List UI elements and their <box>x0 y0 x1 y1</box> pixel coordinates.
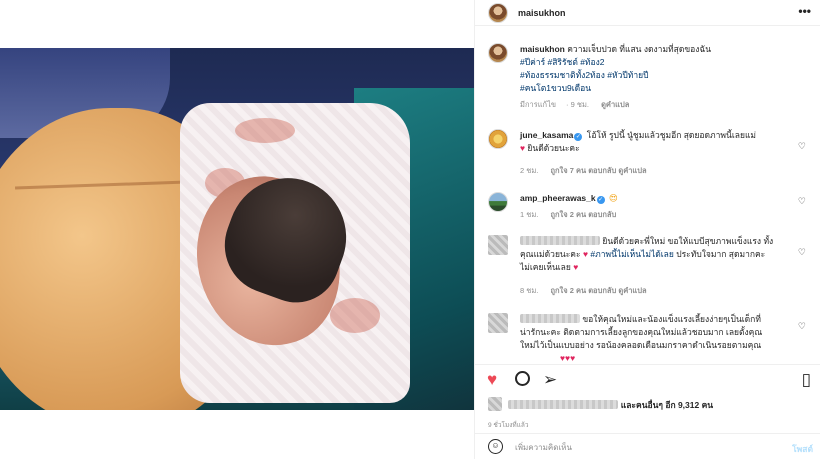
comment-time[interactable]: 1 ชม. <box>520 210 538 219</box>
comment-likes[interactable]: ถูกใจ 2 คน <box>550 286 586 295</box>
add-comment-bar: ☺ โพสต์ <box>475 433 820 459</box>
blurred-username <box>520 236 600 245</box>
comment-body: ขอให้คุณใหม่และน้องแข็งแรงเลี้ยงง่ายๆเป็… <box>520 313 784 363</box>
caption-avatar[interactable] <box>488 43 508 63</box>
comment-avatar-blurred[interactable] <box>488 235 508 255</box>
caption-text: ความเจ็บปวด ที่แสน งดงามที่สุดของฉัน <box>567 44 712 54</box>
comment-username[interactable]: june_kasama <box>520 130 573 140</box>
author-avatar[interactable] <box>488 3 508 23</box>
comment-text-3: ประทับใจมาก สุดมากคะ <box>676 249 766 259</box>
post-header: maisukhon ••• <box>475 0 820 26</box>
caption-username[interactable]: maisukhon <box>520 44 565 54</box>
comment-like-heart-icon[interactable]: ♡ <box>798 196 806 207</box>
comment-meta: 2 ชม. ถูกใจ 7 คน ตอบกลับ ดูคำแปล <box>520 165 647 177</box>
heart-emoji-icon: ♥♥♥ <box>560 353 576 363</box>
comment-avatar[interactable] <box>488 129 508 149</box>
comments-list[interactable]: maisukhon ความเจ็บปวด ที่แสน งดงามที่สุด… <box>475 27 820 363</box>
comment-text-3: ใหม่ไว้เป็นแบบอย่าง รอน้องคลอดเดือนมกราค… <box>520 340 762 350</box>
heart-emoji-icon: ♥ <box>573 262 579 272</box>
comment-text-2: คุณแม่ด้วยนะคะ <box>520 249 581 259</box>
caption-translate[interactable]: ดูคำแปล <box>601 100 629 109</box>
more-horizontal-icon[interactable]: ••• <box>798 4 811 18</box>
comment-body: amp_pheerawas_k ✓ 😍 <box>520 192 784 205</box>
caption-time[interactable]: 9 ชม. <box>571 100 589 109</box>
comment-reply[interactable]: ตอบกลับ <box>588 210 616 219</box>
verified-badge-icon: ✓ <box>574 133 583 141</box>
comment-username[interactable]: amp_pheerawas_k <box>520 193 596 203</box>
post-comment-button[interactable]: โพสต์ <box>792 442 813 456</box>
comment-meta: 8 ชม. ถูกใจ 2 คน ตอบกลับ ดูคำแปล <box>520 285 647 297</box>
post-side-panel: maisukhon ••• maisukhon ความเจ็บปวด ที่แ… <box>474 0 820 459</box>
comment-text-2: น่ารักนะคะ ติดตามการเลี้ยงลูกของคุณใหม่แ… <box>520 327 763 337</box>
liker-avatar-blurred[interactable] <box>488 397 502 411</box>
comment-meta: 1 ชม. ถูกใจ 2 คน ตอบกลับ <box>520 209 616 221</box>
comment-translate[interactable]: ดูคำแปล <box>618 166 646 175</box>
comment-text: ยินดีด้วยคะพี่ใหม่ ขอให้แบบีสุขภาพแข็งแร… <box>602 236 774 246</box>
likes-summary[interactable]: และคนอื่นๆ อีก 9,312 คน <box>488 397 808 413</box>
comment-reply[interactable]: ตอบกลับ <box>588 286 616 295</box>
share-paper-plane-icon[interactable]: ➢ <box>543 371 557 389</box>
blurred-liker-names <box>508 400 619 409</box>
post-media-panel <box>0 0 474 459</box>
verified-badge-icon: ✓ <box>596 196 605 204</box>
emoji-smiley-icon[interactable]: ☺ <box>488 439 503 454</box>
comment-avatar[interactable] <box>488 192 508 212</box>
post-actions: ♥ ➢ ▯ <box>475 364 820 394</box>
like-heart-icon[interactable]: ♥ <box>487 371 497 389</box>
comment-like-heart-icon[interactable]: ♡ <box>798 247 806 258</box>
comment-text-4: ไม่เคยเห็นเลย <box>520 262 571 272</box>
heart-emoji-icon: ♥ <box>582 249 588 259</box>
comment-text: ขอให้คุณใหม่และน้องแข็งแรงเลี้ยงง่ายๆเป็… <box>582 314 761 324</box>
heart-emoji-icon: ♥ <box>520 143 526 153</box>
comment-text-2: ยินดีด้วยนะคะ <box>527 143 580 153</box>
bookmark-icon[interactable]: ▯ <box>802 371 811 389</box>
caption-meta: มีการแก้ไข · 9 ชม. ดูคำแปล <box>520 100 630 109</box>
comment-tag[interactable]: #ภาพนี้ไม่เห็นไม่ได้เลย <box>590 249 673 259</box>
comment-like-heart-icon[interactable]: ♡ <box>798 141 806 152</box>
comment-like-heart-icon[interactable]: ♡ <box>798 321 806 332</box>
caption-tags-3[interactable]: #คนโต1ขวบ9เดือน <box>520 83 591 93</box>
comment-translate[interactable]: ดูคำแปล <box>618 286 646 295</box>
caption: maisukhon ความเจ็บปวด ที่แสน งดงามที่สุด… <box>488 43 808 133</box>
photo-stain <box>235 118 295 143</box>
caption-tags-1[interactable]: #ปีค่าร์ #สิริรัชต์ #ท้อง2 <box>520 57 605 67</box>
blurred-username <box>520 314 580 323</box>
comment-item: amp_pheerawas_k ✓ 😍 1 ชม. ถูกใจ 2 คน ตอบก… <box>488 192 808 228</box>
heart-eyes-emoji-icon: 😍 <box>608 193 618 203</box>
comment-reply[interactable]: ตอบกลับ <box>588 166 616 175</box>
likes-count-text[interactable]: และคนอื่นๆ อีก 9,312 คน <box>621 400 713 410</box>
caption-edited: มีการแก้ไข <box>520 100 556 109</box>
photo-stain <box>330 298 380 333</box>
comment-item: ยินดีด้วยคะพี่ใหม่ ขอให้แบบีสุขภาพแข็งแร… <box>488 235 808 303</box>
comment-likes[interactable]: ถูกใจ 2 คน <box>550 210 586 219</box>
author-username[interactable]: maisukhon <box>518 8 566 18</box>
comment-item: ขอให้คุณใหม่และน้องแข็งแรงเลี้ยงง่ายๆเป็… <box>488 313 808 363</box>
comment-text: โอ้โห้ รูปนี้ นู๋ชูมแล้วชูมอีก สุดยอดภาพ… <box>586 130 757 140</box>
caption-body: maisukhon ความเจ็บปวด ที่แสน งดงามที่สุด… <box>520 43 784 95</box>
post-photo[interactable] <box>0 48 474 410</box>
comment-body: ยินดีด้วยคะพี่ใหม่ ขอให้แบบีสุขภาพแข็งแร… <box>520 235 784 274</box>
comment-time[interactable]: 8 ชม. <box>520 286 538 295</box>
comment-likes[interactable]: ถูกใจ 7 คน <box>550 166 586 175</box>
comment-time[interactable]: 2 ชม. <box>520 166 538 175</box>
comment-icon[interactable] <box>515 371 530 390</box>
comment-item: june_kasama ✓ โอ้โห้ รูปนี้ นู๋ชูมแล้วชูม… <box>488 129 808 179</box>
comment-avatar-blurred[interactable] <box>488 313 508 333</box>
caption-tags-2[interactable]: #ท้องธรรมชาติทั้ง2ท้อง #หัวปีท้ายปี <box>520 70 649 80</box>
add-comment-input[interactable] <box>515 440 765 454</box>
comment-body: june_kasama ✓ โอ้โห้ รูปนี้ นู๋ชูมแล้วชูม… <box>520 129 784 155</box>
post-timestamp[interactable]: 9 ชั่วโมงที่แล้ว <box>488 420 529 430</box>
